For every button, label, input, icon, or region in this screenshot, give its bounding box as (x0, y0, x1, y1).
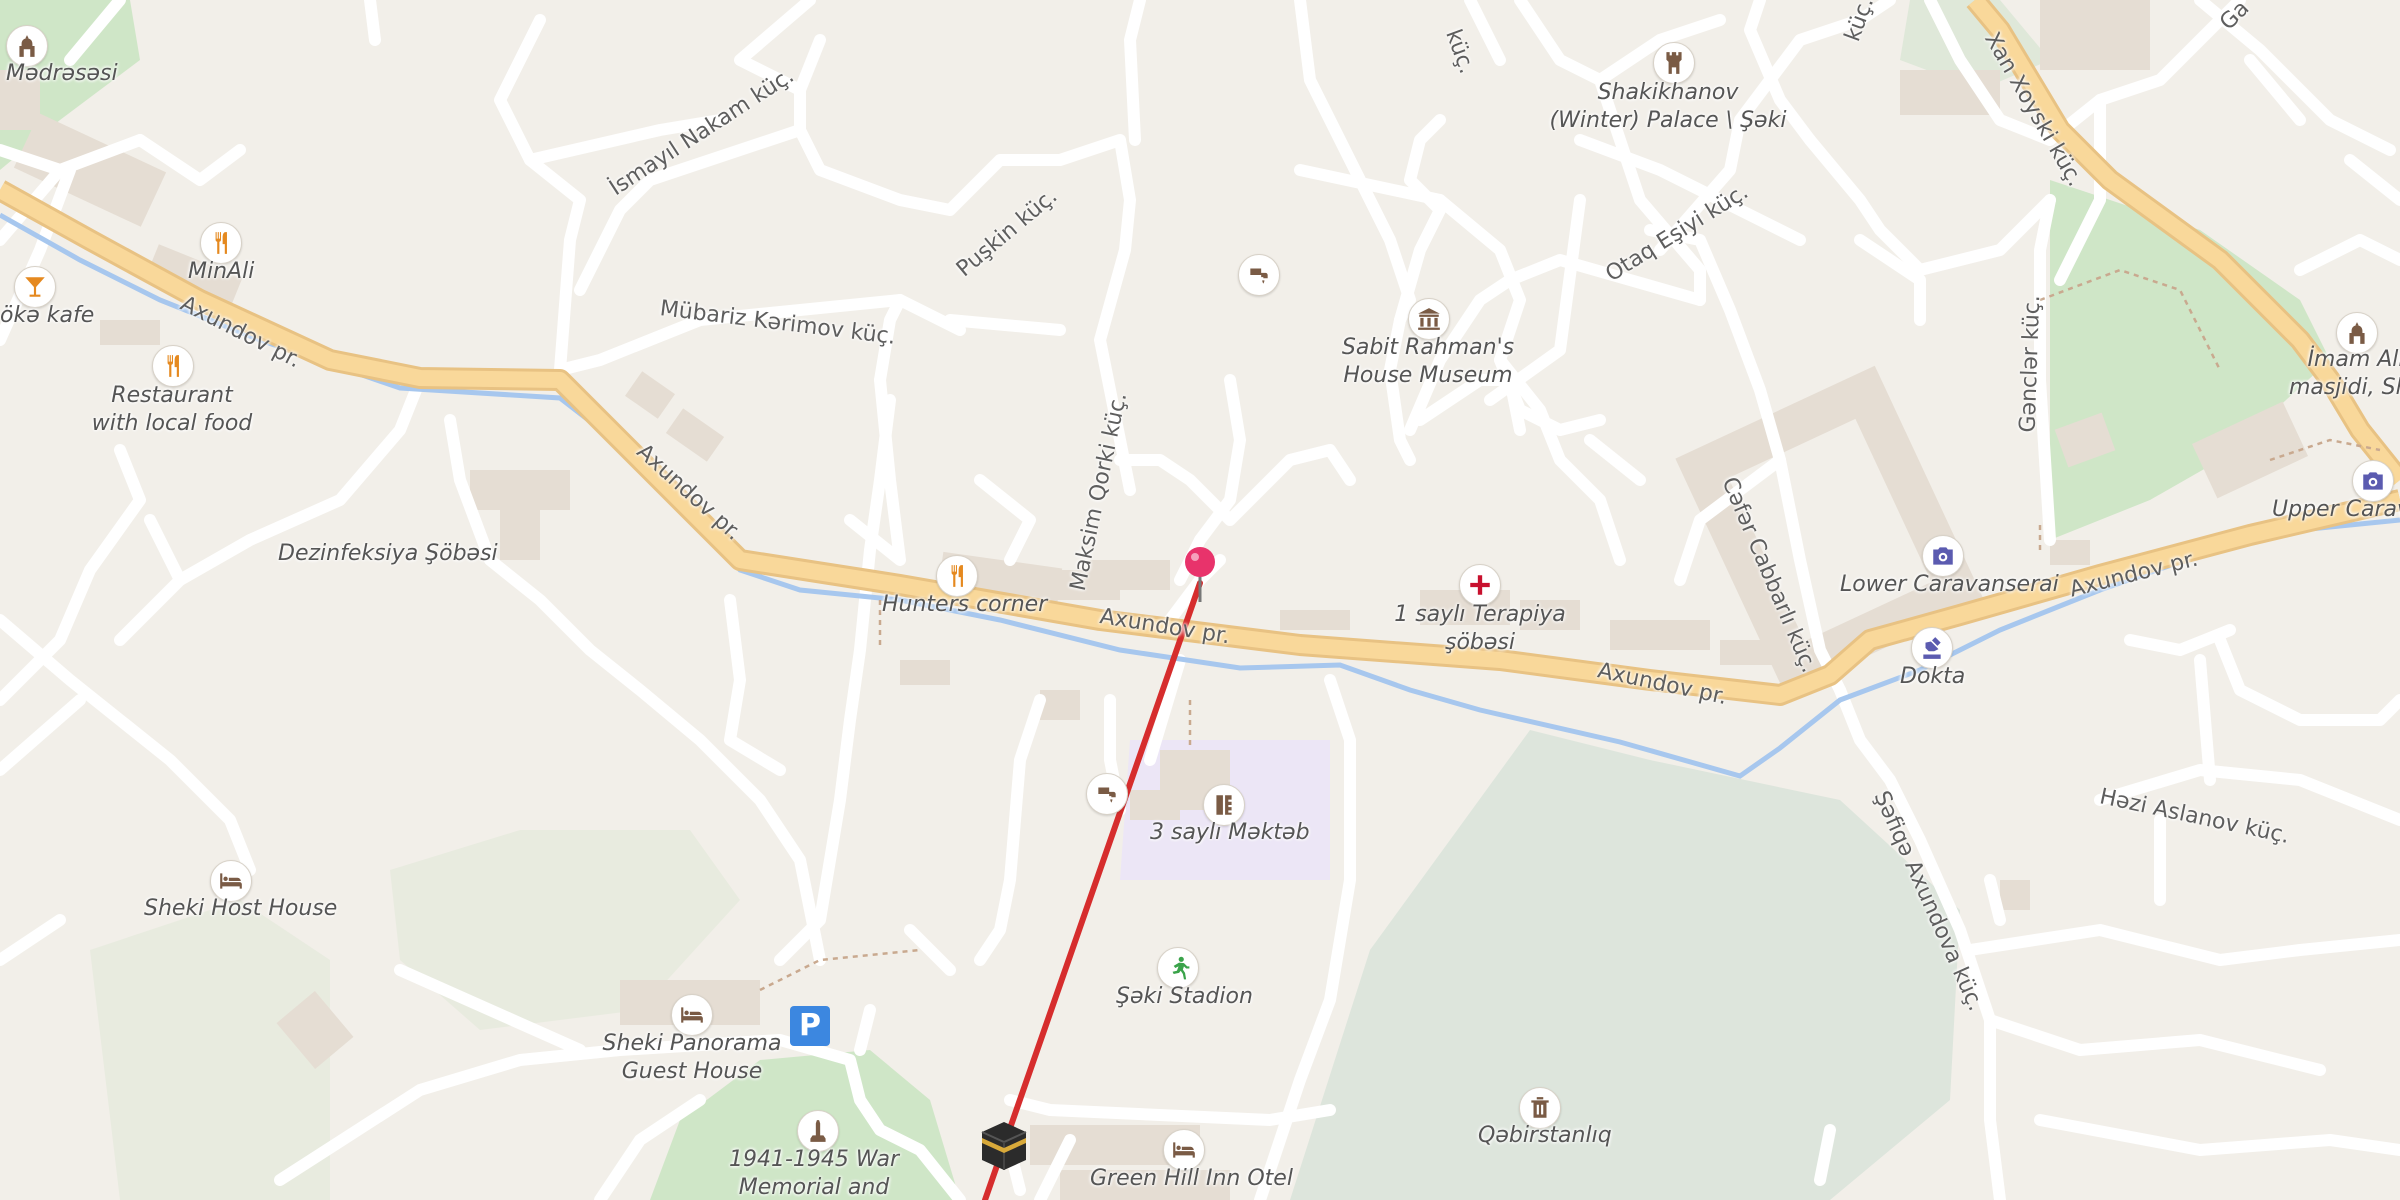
place-label: Hunters corner (882, 592, 1048, 617)
place-label: Dezinfeksiya Şöbəsi (278, 541, 498, 566)
kaaba-icon[interactable] (976, 1118, 1032, 1172)
location-pin-icon[interactable] (1182, 544, 1218, 604)
castle-icon[interactable] (1653, 42, 1695, 84)
restaurant-icon[interactable] (152, 345, 194, 387)
place-label: Dokta (1900, 664, 1966, 689)
place-label: 1 saylı Terapiya şöbəsi (1394, 602, 1566, 655)
place-label: Shakikhanov (Winter) Palace \ Şəki (1549, 80, 1787, 133)
place-label: ökə kafe (0, 303, 95, 328)
place-label: İmam Ali masjidi, She (2288, 347, 2400, 400)
place-label: 1941-1945 War Memorial and (729, 1147, 899, 1200)
hospital-icon[interactable] (1459, 564, 1501, 606)
place-label: Qəbirstanlıq (1478, 1123, 1612, 1148)
place-label: 3 saylı Məktəb (1150, 820, 1310, 845)
place-label: Upper Carav (2272, 497, 2400, 522)
place-label: Sheki Host House (144, 896, 338, 921)
map-canvas[interactable]: Axundov pr. Axundov pr. Axundov pr. Axun… (0, 0, 2400, 1200)
grass-area (90, 900, 330, 1200)
cemetery-area (1290, 730, 1960, 1200)
place-label: Green Hill Inn Otel (1090, 1166, 1293, 1191)
street-label: Gənclər küç. (2015, 294, 2046, 433)
place-label: Sheki Panorama Guest House (602, 1031, 782, 1084)
place-label: Mədrəsəsi (6, 61, 118, 86)
water-tap-icon[interactable] (1086, 773, 1128, 815)
place-label: Sabit Rahman's House Museum (1341, 335, 1515, 388)
place-label: Restaurant with local food (91, 383, 253, 436)
place-label: Lower Caravanserai (1840, 572, 2059, 597)
water-tap-icon[interactable] (1238, 254, 1280, 296)
place-label: MinAli (188, 259, 255, 284)
place-label: Şəki Stadion (1116, 984, 1253, 1009)
buildings (0, 0, 2308, 1200)
